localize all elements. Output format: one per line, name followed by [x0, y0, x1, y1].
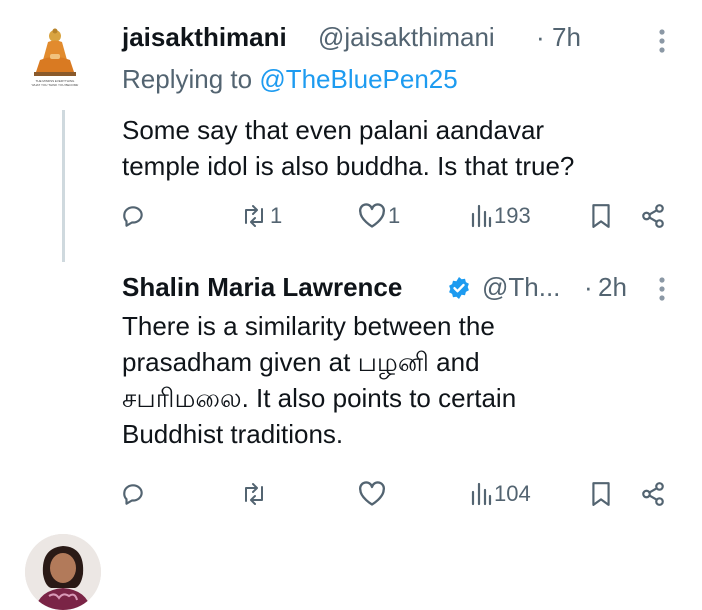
views-count: 193 [494, 203, 531, 228]
like-icon [359, 481, 385, 506]
reply-icon [123, 206, 143, 227]
replying-to-link[interactable]: @TheBluePen25 [259, 64, 457, 94]
profile-photo [25, 534, 101, 610]
author-name[interactable]: Shalin Maria Lawrence [122, 272, 402, 303]
tweet-text-line: temple idol is also buddha. Is that true… [122, 151, 575, 181]
views-icon [471, 482, 492, 506]
verified-badge-icon [447, 276, 471, 305]
repost-icon [245, 483, 263, 505]
like-icon [359, 203, 385, 228]
share-icon [642, 204, 664, 228]
like-button[interactable]: 1 [358, 198, 400, 234]
more-icon[interactable] [658, 276, 666, 308]
share-button[interactable] [640, 198, 666, 234]
tweet-text-line: சபரிமலை. It also points to certain [122, 383, 517, 413]
like-count: 1 [388, 203, 401, 228]
repost-icon [245, 205, 263, 227]
views-count: 104 [494, 481, 531, 506]
bookmark-icon [592, 204, 610, 228]
share-icon [642, 482, 664, 506]
replying-to-label: Replying to [122, 64, 260, 94]
replying-to: Replying to @TheBluePen25 [122, 64, 458, 95]
thread-connector-line [62, 110, 65, 262]
tweet-1[interactable]: THE MINDSS EVERYTHING WHAT YOU THINK YOU… [0, 0, 702, 262]
share-button[interactable] [640, 476, 666, 512]
tweet-text-line: There is a similarity between the [122, 311, 495, 341]
tweet-text: There is a similarity between the prasad… [122, 308, 516, 452]
reply-icon [123, 484, 143, 505]
tweet-text: Some say that even palani aandavar templ… [122, 112, 574, 184]
tweet-text-line: Buddhist traditions. [122, 419, 344, 449]
reply-button[interactable] [120, 476, 148, 512]
bookmark-button[interactable] [590, 198, 612, 234]
repost-button[interactable] [240, 476, 270, 512]
action-bar: 104 [120, 476, 680, 512]
repost-button[interactable]: 1 [240, 198, 282, 234]
avatar[interactable]: THE MINDSS EVERYTHING WHAT YOU THINK YOU… [20, 24, 90, 94]
timestamp[interactable]: 7h [552, 22, 581, 53]
like-button[interactable] [358, 476, 388, 512]
timestamp[interactable]: 2h [598, 272, 627, 303]
bookmark-button[interactable] [590, 476, 612, 512]
bookmark-icon [592, 482, 610, 506]
reply-button[interactable] [120, 198, 148, 234]
views-button[interactable]: 193 [470, 198, 531, 234]
avatar-caption: THE MINDSS EVERYTHING WHAT YOU THINK YOU… [31, 79, 79, 87]
meta-separator: · [536, 22, 545, 52]
action-bar: 1 1 193 [120, 198, 680, 234]
views-button[interactable]: 104 [470, 476, 531, 512]
avatar[interactable] [25, 534, 101, 610]
tweet-2[interactable]: Shalin Maria Lawrence @Th... · 2h There … [0, 262, 702, 610]
more-icon[interactable] [658, 28, 666, 60]
repost-count: 1 [270, 203, 283, 228]
views-icon [471, 204, 492, 228]
tweet-text-line: prasadham given at பழனி and [122, 347, 480, 377]
author-name[interactable]: jaisakthimani [122, 22, 287, 53]
author-handle[interactable]: @jaisakthimani [318, 22, 495, 53]
tweet-text-line: Some say that even palani aandavar [122, 115, 545, 145]
meta-separator: · [584, 272, 593, 302]
author-handle[interactable]: @Th... [482, 272, 560, 303]
